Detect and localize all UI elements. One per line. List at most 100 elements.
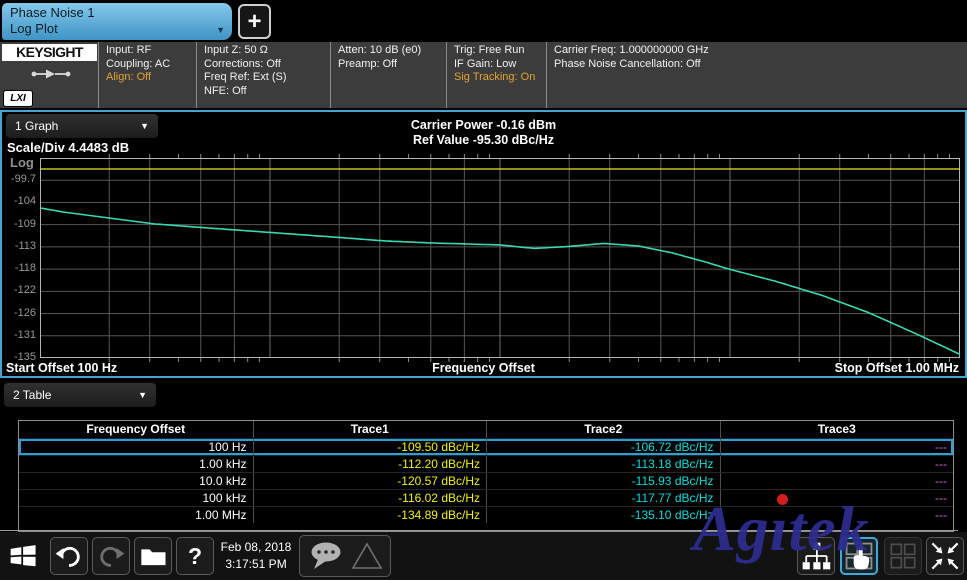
instrument-screen: Phase Noise 1 Log Plot ▼ + KEYSIGHT LXI … [0, 0, 967, 580]
instrument-header: KEYSIGHT LXI Input: RFCoupling: ACAlign:… [0, 42, 967, 108]
header-settings-column[interactable]: Trig: Free RunIF Gain: LowSig Tracking: … [446, 42, 546, 108]
window-layout-button[interactable] [840, 537, 878, 575]
setting-readout: Align: Off [106, 71, 196, 85]
header-settings-column[interactable]: Atten: 10 dB (e0)Preamp: Off [330, 42, 446, 108]
file-manager-button[interactable] [134, 537, 172, 575]
table-cell: 100 kHz [19, 490, 253, 506]
table-cell: --- [720, 456, 954, 472]
table-header-cell: Trace2 [486, 421, 720, 438]
table-header-row: Frequency OffsetTrace1Trace2Trace3 [19, 421, 953, 438]
setting-readout: Input Z: 50 Ω [204, 44, 330, 58]
header-settings-column[interactable]: Carrier Freq: 1.000000000 GHzPhase Noise… [546, 42, 967, 108]
redo-button[interactable] [92, 537, 130, 575]
message-bubble-icon [307, 540, 345, 572]
header-settings-column[interactable]: Input Z: 50 ΩCorrections: OffFreq Ref: E… [196, 42, 330, 108]
table-cell: -116.02 dBc/Hz [253, 490, 487, 506]
table-view-label: 2 Table [13, 388, 51, 402]
table-cell: -135.10 dBc/Hz [486, 507, 720, 523]
windows-start-button[interactable] [5, 537, 43, 575]
carrier-power-readout: Carrier Power -0.16 dBm [2, 118, 965, 132]
hand-cursor-icon [854, 545, 870, 569]
table-cell: --- [720, 507, 954, 523]
dim-grid-icon [887, 541, 919, 571]
marker-table: Frequency OffsetTrace1Trace2Trace3100 Hz… [18, 420, 954, 532]
table-cell: -120.57 dBc/Hz [253, 473, 487, 489]
collapse-arrows-icon [929, 540, 961, 572]
table-cell: 100 Hz [19, 439, 253, 455]
sequence-setup-button[interactable] [797, 537, 835, 575]
table-cell: -113.18 dBc/Hz [486, 456, 720, 472]
redo-icon [96, 542, 126, 570]
messages-button[interactable] [299, 535, 391, 577]
y-tick-label: -104 [2, 195, 36, 207]
undo-icon [54, 542, 84, 570]
add-measurement-button[interactable]: + [238, 4, 271, 39]
lxi-badge: LXI [3, 90, 33, 107]
table-row[interactable]: 100 Hz-109.50 dBc/Hz-106.72 dBc/Hz--- [19, 438, 953, 455]
setting-readout: Preamp: Off [338, 58, 446, 72]
y-tick-label: -131 [2, 329, 36, 341]
taskbar-divider [0, 530, 958, 531]
header-settings-column[interactable]: Input: RFCoupling: ACAlign: Off [98, 42, 196, 108]
y-tick-label: -126 [2, 307, 36, 319]
setting-readout: NFE: Off [204, 85, 330, 99]
phase-noise-plot[interactable] [40, 158, 960, 358]
collapse-screen-button[interactable] [926, 537, 964, 575]
setting-readout: Carrier Freq: 1.000000000 GHz [554, 44, 967, 58]
time-text: 3:17:51 PM [216, 556, 296, 573]
datetime-display[interactable]: Feb 08, 2018 3:17:51 PM [216, 539, 296, 573]
table-cell: -112.20 dBc/Hz [253, 456, 487, 472]
table-view-dropdown[interactable]: 2 Table ▼ [4, 383, 156, 407]
y-tick-label: -99.7 [2, 173, 36, 185]
table-header-cell: Frequency Offset [19, 421, 253, 438]
windows-logo-icon [8, 541, 40, 571]
table-cell: -106.72 dBc/Hz [486, 439, 720, 455]
table-row[interactable]: 1.00 MHz-134.89 dBc/Hz-135.10 dBc/Hz--- [19, 506, 953, 523]
taskbar: ? Feb 08, 2018 3:17:51 PM [0, 532, 967, 580]
setting-readout: Phase Noise Cancellation: Off [554, 58, 967, 72]
tab-bar: Phase Noise 1 Log Plot ▼ + [0, 0, 967, 42]
y-tick-label: -113 [2, 240, 36, 252]
table-cell: -117.77 dBc/Hz [486, 490, 720, 506]
table-row[interactable]: 100 kHz-116.02 dBc/Hz-117.77 dBc/Hz--- [19, 489, 953, 506]
table-row[interactable]: 1.00 kHz-112.20 dBc/Hz-113.18 dBc/Hz--- [19, 455, 953, 472]
table-cell: -134.89 dBc/Hz [253, 507, 487, 523]
x-axis-label: Frequency Offset [2, 361, 965, 375]
table-cell: 1.00 MHz [19, 507, 253, 523]
y-axis-type-label: Log [10, 155, 34, 170]
tab-title-line1: Phase Noise 1 [10, 5, 224, 21]
undo-button[interactable] [50, 537, 88, 575]
setting-readout: Input: RF [106, 44, 196, 58]
setting-readout: Atten: 10 dB (e0) [338, 44, 446, 58]
ref-value-readout: Ref Value -95.30 dBc/Hz [2, 133, 965, 147]
table-cell: --- [720, 439, 954, 455]
window-arrange-button[interactable] [884, 537, 922, 575]
setting-readout: Coupling: AC [106, 58, 196, 72]
keysight-logo: KEYSIGHT [2, 44, 97, 61]
table-cell: 1.00 kHz [19, 456, 253, 472]
help-button[interactable]: ? [176, 537, 214, 575]
chevron-down-icon: ▼ [216, 25, 225, 35]
triangle-icon [351, 541, 383, 571]
table-header-cell: Trace1 [253, 421, 487, 438]
measurement-tab[interactable]: Phase Noise 1 Log Plot ▼ [2, 3, 232, 40]
table-header-cell: Trace3 [720, 421, 954, 438]
y-tick-label: -109 [2, 218, 36, 230]
layout-grid-icon [842, 540, 876, 572]
table-cell: -115.93 dBc/Hz [486, 473, 720, 489]
keysight-arrow-icon [30, 68, 72, 80]
y-tick-label: -118 [2, 262, 36, 274]
folder-icon [138, 543, 168, 569]
setting-readout: IF Gain: Low [454, 58, 546, 72]
setting-readout: Freq Ref: Ext (S) [204, 71, 330, 85]
tab-title-line2: Log Plot [10, 21, 224, 37]
stop-offset-label: Stop Offset 1.00 MHz [835, 361, 959, 375]
setting-readout: Corrections: Off [204, 58, 330, 72]
chevron-down-icon: ▼ [138, 383, 147, 407]
table-cell: --- [720, 490, 954, 506]
table-cell: --- [720, 473, 954, 489]
table-cell: -109.50 dBc/Hz [253, 439, 487, 455]
y-tick-label: -122 [2, 284, 36, 296]
table-row[interactable]: 10.0 kHz-120.57 dBc/Hz-115.93 dBc/Hz--- [19, 472, 953, 489]
sequence-diagram-icon [799, 540, 833, 572]
